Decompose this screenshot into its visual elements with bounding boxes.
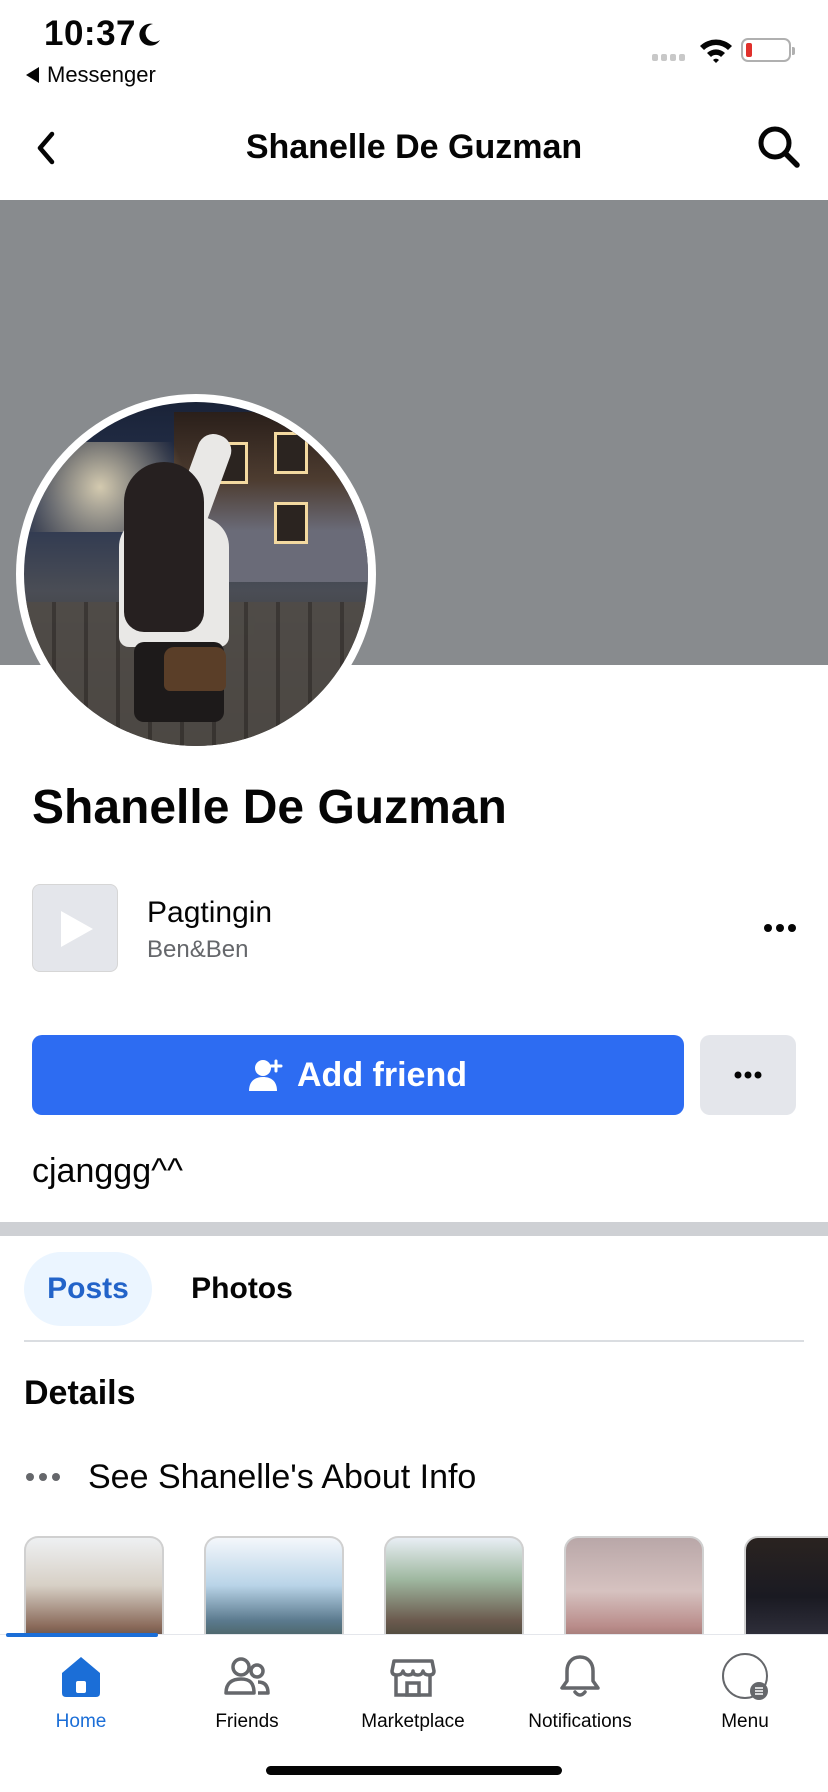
more-dots-icon — [26, 1473, 60, 1481]
music-thumbnail[interactable] — [32, 884, 118, 972]
profile-photo — [24, 402, 368, 746]
bell-icon — [560, 1655, 600, 1697]
search-icon[interactable] — [756, 124, 802, 170]
home-indicator — [266, 1766, 562, 1775]
more-dots-icon — [734, 1071, 762, 1079]
back-app-label: Messenger — [47, 62, 156, 87]
play-icon — [61, 911, 93, 947]
nav-notifications[interactable]: Notifications — [500, 1651, 660, 1733]
see-about-info-link[interactable]: See Shanelle's About Info — [24, 1452, 476, 1502]
about-link-label: See Shanelle's About Info — [88, 1457, 477, 1496]
nav-notifications-label: Notifications — [528, 1711, 632, 1732]
section-divider — [0, 1222, 828, 1236]
nav-friends-label: Friends — [215, 1711, 279, 1732]
nav-menu[interactable]: Menu — [665, 1651, 825, 1733]
nav-header: Shanelle De Guzman — [0, 94, 828, 200]
nav-marketplace-label: Marketplace — [361, 1711, 465, 1732]
signal-icon — [652, 54, 685, 61]
battery-icon — [741, 38, 795, 62]
moon-icon — [139, 23, 160, 46]
profile-avatar[interactable] — [16, 394, 376, 754]
nav-home[interactable]: Home — [1, 1651, 161, 1733]
status-time: 10:37 — [44, 14, 137, 53]
tab-posts[interactable]: Posts — [24, 1252, 152, 1326]
song-artist: Ben&Ben — [147, 936, 249, 963]
details-heading: Details — [24, 1374, 136, 1412]
home-icon — [62, 1657, 100, 1697]
song-title: Pagtingin — [147, 896, 273, 929]
page-title: Shanelle De Guzman — [245, 128, 583, 166]
more-options-icon[interactable] — [760, 918, 800, 938]
nav-marketplace[interactable]: Marketplace — [333, 1651, 493, 1733]
profile-more-button[interactable] — [700, 1035, 796, 1115]
tabs-divider — [24, 1340, 804, 1342]
friends-icon — [224, 1657, 270, 1695]
back-to-messenger[interactable]: Messenger — [26, 62, 156, 88]
menu-avatar-icon — [722, 1653, 768, 1700]
profile-bio: cjanggg^^ — [32, 1152, 184, 1190]
add-friend-button[interactable]: Add friend — [32, 1035, 684, 1115]
profile-name: Shanelle De Guzman — [32, 781, 507, 834]
back-triangle-icon — [26, 67, 39, 83]
wifi-icon — [700, 39, 732, 63]
profile-music[interactable]: Pagtingin Ben&Ben — [32, 884, 796, 974]
nav-home-label: Home — [55, 1711, 107, 1732]
add-friend-label: Add friend — [297, 1055, 467, 1094]
tab-photos[interactable]: Photos — [180, 1252, 304, 1326]
active-tab-indicator — [6, 1633, 158, 1637]
add-person-icon — [249, 1059, 283, 1091]
nav-menu-label: Menu — [721, 1711, 769, 1732]
nav-friends[interactable]: Friends — [167, 1651, 327, 1733]
marketplace-icon — [390, 1659, 436, 1697]
status-bar: 10:37 Messenger — [0, 0, 828, 94]
